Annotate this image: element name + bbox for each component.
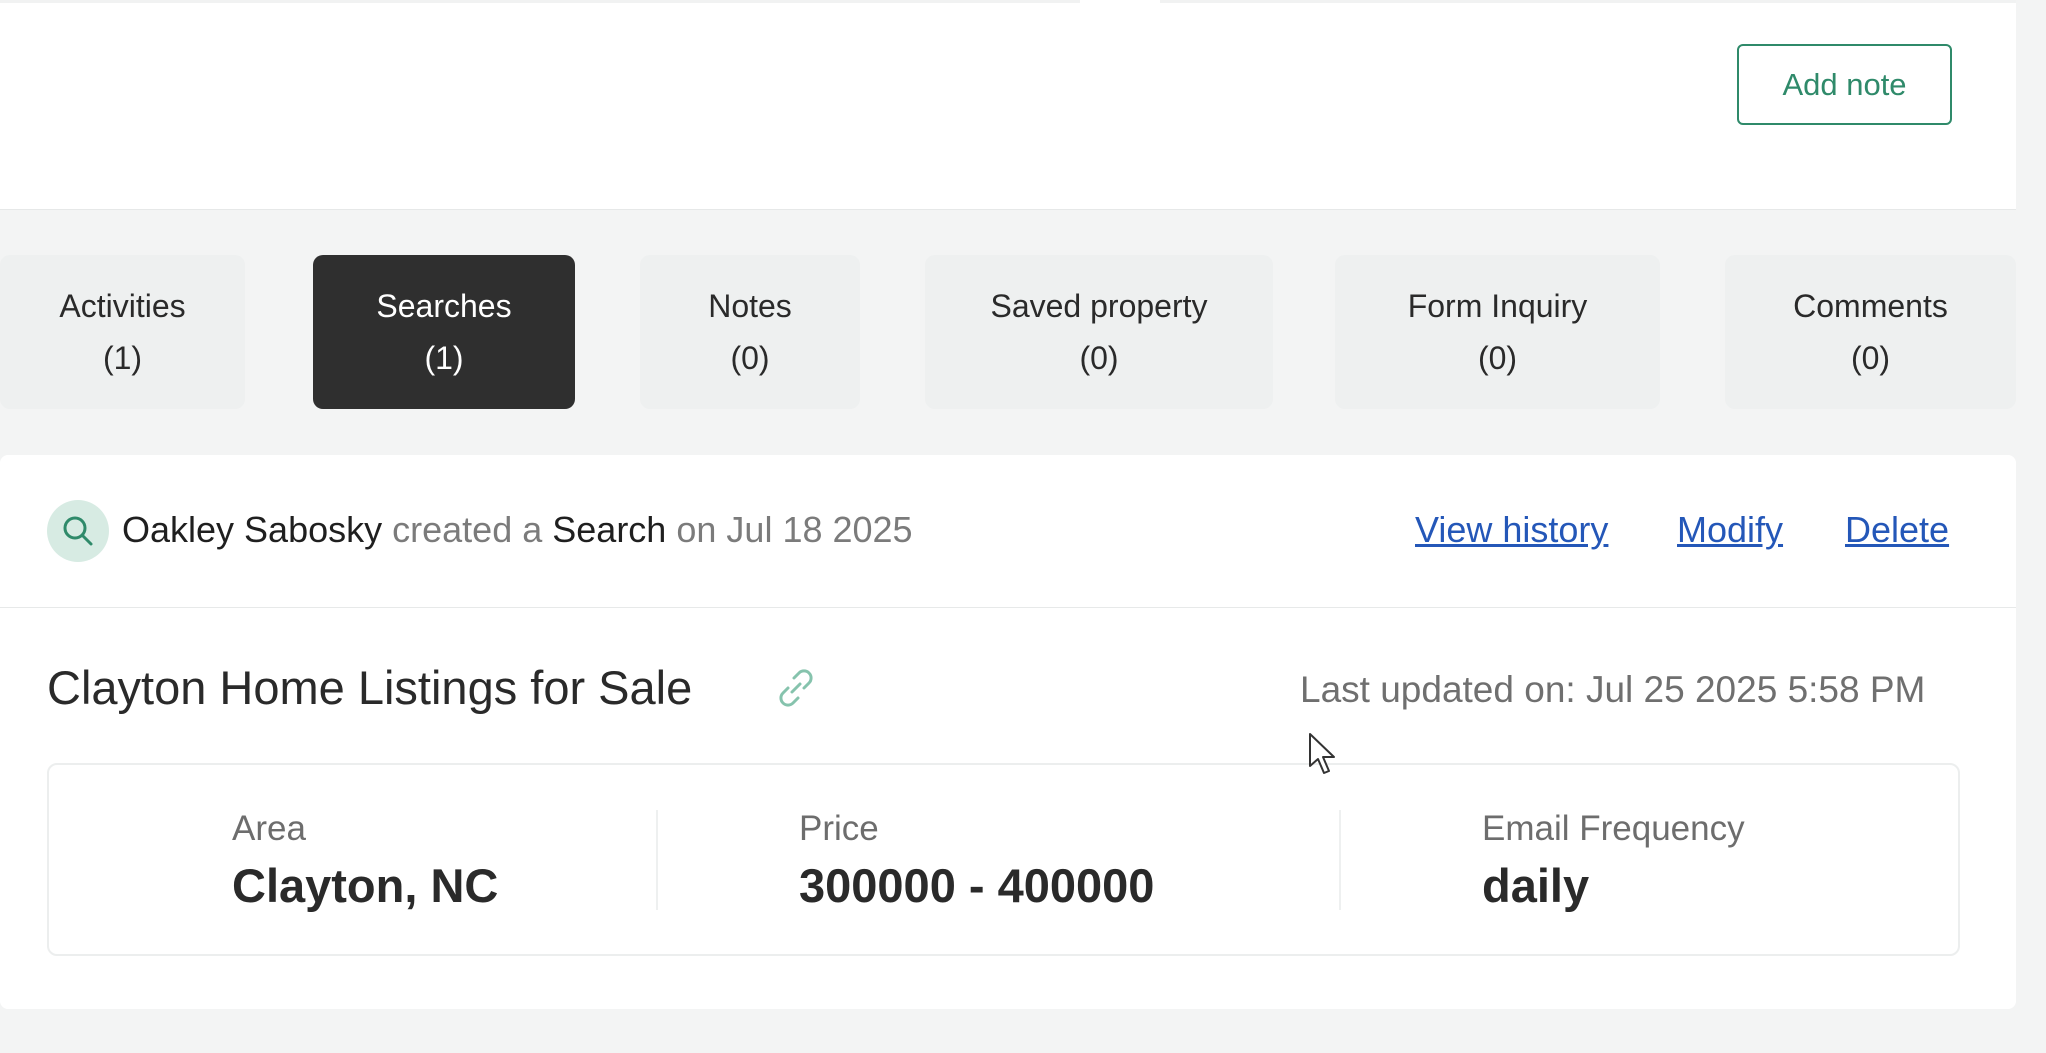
- tab-notes[interactable]: Notes (0): [640, 255, 860, 409]
- area-value: Clayton, NC: [232, 858, 499, 912]
- tab-label: Form Inquiry: [1407, 288, 1588, 324]
- tab-comments[interactable]: Comments (0): [1725, 255, 2016, 409]
- divider: [656, 810, 658, 910]
- tab-form-inquiry[interactable]: Form Inquiry (0): [1335, 255, 1660, 409]
- search-title: Clayton Home Listings for Sale: [47, 661, 693, 714]
- tab-label: Saved property: [990, 288, 1208, 324]
- tab-label: Activities: [59, 288, 186, 324]
- tab-count: (0): [1850, 340, 1891, 376]
- tab-label: Searches: [376, 288, 512, 324]
- tab-label: Comments: [1793, 288, 1948, 324]
- object-text: Search: [552, 509, 667, 550]
- email-frequency-value: daily: [1482, 858, 1590, 912]
- last-updated: Last updated on: Jul 25 2025 5:58 PM: [1300, 665, 1925, 715]
- last-updated-value: Jul 25 2025 5:58 PM: [1585, 669, 1926, 710]
- view-history-link[interactable]: View history: [1415, 505, 1608, 555]
- divider: [1339, 810, 1341, 910]
- delete-link[interactable]: Delete: [1845, 505, 1949, 555]
- tab-count: (0): [730, 340, 770, 376]
- search-icon: [47, 500, 109, 562]
- search-criteria-box: Area Clayton, NC Price 300000 - 400000 E…: [47, 763, 1960, 956]
- add-note-button[interactable]: Add note: [1737, 44, 1952, 125]
- input-bottom-border: [0, 0, 2016, 3]
- last-updated-label: Last updated on:: [1300, 669, 1576, 710]
- modify-link[interactable]: Modify: [1677, 505, 1783, 555]
- price-value: 300000 - 400000: [799, 858, 1155, 912]
- tab-saved-property[interactable]: Saved property (0): [925, 255, 1273, 409]
- tab-label: Notes: [708, 288, 792, 324]
- notes-input-card: Add note: [0, 0, 2016, 210]
- email-frequency-label: Email Frequency: [1482, 808, 1745, 848]
- tab-searches[interactable]: Searches (1): [313, 255, 575, 409]
- user-name: Oakley Sabosky: [122, 509, 383, 550]
- price-detail: Price 300000 - 400000: [799, 765, 1154, 954]
- date-prefix: on: [676, 509, 717, 550]
- mouse-cursor-icon: [1308, 732, 1338, 778]
- link-icon[interactable]: [772, 664, 820, 712]
- area-detail: Area Clayton, NC: [232, 765, 498, 954]
- search-entry-header: Oakley Sabosky created a Search on Jul 1…: [0, 455, 2016, 608]
- tab-count: (0): [1079, 340, 1119, 376]
- page: Add note Activities (1) Searches (1) Not…: [0, 0, 2046, 1053]
- email-frequency-detail: Email Frequency daily: [1482, 765, 1745, 954]
- verb-text: created a: [392, 509, 543, 550]
- tab-count: (1): [102, 340, 143, 376]
- area-label: Area: [232, 808, 306, 848]
- tab-count: (1): [424, 340, 464, 376]
- tab-count: (0): [1477, 340, 1518, 376]
- tab-activities[interactable]: Activities (1): [0, 255, 245, 409]
- created-date: Jul 18 2025: [726, 509, 913, 550]
- created-by-line: Oakley Sabosky created a Search on Jul 1…: [122, 505, 913, 555]
- price-label: Price: [799, 808, 879, 848]
